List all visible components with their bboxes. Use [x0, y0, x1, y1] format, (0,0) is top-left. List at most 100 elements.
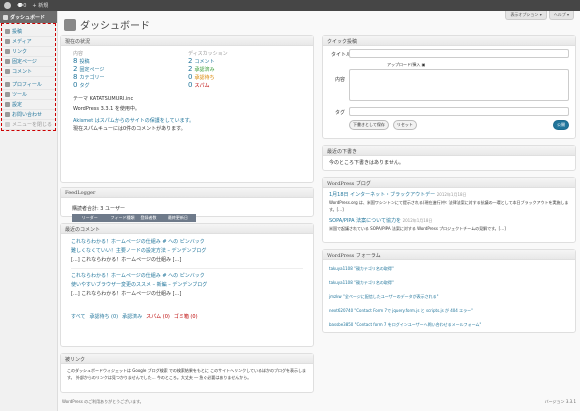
incoming-links-title: 被リンク	[61, 354, 313, 364]
forum-topic[interactable]: "親カテゴリ名の取得"	[354, 266, 394, 271]
dashboard-icon	[3, 14, 8, 20]
comment-link[interactable]: 難しくなくていい！主要ノードの設定方法 – デンデンブログ	[71, 247, 303, 256]
blog-item-text: 米国で起議されている SOPA/PIPA 法案に対する WordPress プロ…	[329, 226, 506, 231]
admin-bar: 💬0 + 新規	[0, 0, 580, 11]
recent-comments-title: 最近のコメント	[61, 224, 313, 234]
menu-contact-label: お問い合わせ	[12, 112, 43, 118]
wordpress-logo-icon[interactable]	[4, 2, 11, 9]
menu-profile[interactable]: プロフィール	[2, 80, 55, 90]
content-row-posts[interactable]: 8 投稿	[73, 57, 188, 65]
screen-meta-tabs: 表示オプション ▾ ヘルプ ▾	[505, 11, 574, 20]
quick-content-textarea[interactable]	[349, 69, 569, 101]
discussion-row-spam[interactable]: 0 スパム	[188, 81, 303, 89]
page-title: ダッシュボード	[64, 17, 150, 32]
menu-tools-label: ツール	[12, 92, 28, 98]
blog-item-text: WordPress.org は、米国ワシントンにて提示される(現在進行)中: 法…	[329, 200, 569, 212]
approved-count: 2	[188, 65, 193, 73]
comment-item: これならわかる！ホームページの仕組み # への ピンバック 使いやすいブラウザー…	[71, 269, 303, 299]
menu-contact[interactable]: お問い合わせ	[2, 110, 55, 120]
help-tab[interactable]: ヘルプ ▾	[548, 11, 574, 20]
comments-icon[interactable]: 💬0	[17, 3, 26, 9]
comment-head[interactable]: これならわかる！ホームページの仕組み # への ピンバック	[71, 238, 303, 247]
profile-icon	[5, 82, 10, 87]
posts-icon	[5, 29, 10, 34]
menu-posts[interactable]: 投稿	[2, 27, 55, 37]
save-draft-button[interactable]: 下書きとして保存	[349, 120, 389, 130]
blog-item-link[interactable]: SOPA/PIPA 法案について協力を	[329, 218, 401, 224]
collapse-menu-label: メニューを閉じる	[12, 122, 53, 128]
forum-topic[interactable]: "Contact Form 7で jquery.form.js と script…	[354, 308, 473, 313]
upload-icon[interactable]: ▣	[422, 62, 426, 67]
forum-user[interactable]: next620740	[329, 308, 353, 313]
incoming-links-empty: 外部からのリンクは見つかりませんでした… 今のところ。大丈夫 ― 急ぐ必要はあり…	[75, 375, 252, 380]
forum-item: next620740 "Contact Form 7で jquery.form.…	[329, 304, 569, 318]
page-footer: WordPress のご利用ありがとうございます。 バージョン 3.3.1	[62, 399, 576, 405]
forum-topic[interactable]: "全ページに配信したユーザーのデータが表示される"	[343, 294, 439, 299]
reset-button[interactable]: リセット	[392, 120, 417, 130]
menu-comments[interactable]: コメント	[2, 67, 55, 77]
filter-all[interactable]: すべて	[71, 313, 85, 322]
filter-trash[interactable]: ゴミ箱 (0)	[174, 313, 198, 322]
feedlogger-total: 購読者合計: 3 ユーザー	[72, 206, 125, 212]
comment-head[interactable]: これならわかる！ホームページの仕組み # への ピンバック	[71, 272, 303, 281]
quick-press-title: クイック投稿	[323, 36, 575, 46]
comments-total-label: コメント	[194, 58, 215, 65]
menu-dashboard[interactable]: ダッシュボード	[0, 11, 57, 23]
comments-total: 2	[188, 57, 193, 65]
discussion-row-comments[interactable]: 2 コメント	[188, 57, 303, 65]
forum-topic[interactable]: "Contact form 7 をログインユーザーへ問い合わせるメールフォーム"	[355, 322, 482, 327]
comment-item: これならわかる！ホームページの仕組み # への ピンバック 難しくなくていい！主…	[71, 238, 303, 269]
filter-pending[interactable]: 承認待ち (0)	[89, 313, 118, 322]
page-title-text: ダッシュボード	[80, 21, 150, 32]
recent-comments-widget: 最近のコメント これならわかる！ホームページの仕組み # への ピンバック 難し…	[60, 223, 314, 347]
publish-button[interactable]: 公開	[553, 120, 569, 130]
quick-title-input[interactable]	[349, 49, 569, 58]
blog-item-date: 2012年1月18日	[436, 192, 467, 197]
menu-links[interactable]: リンク	[2, 47, 55, 57]
collapse-menu-button[interactable]: メニューを閉じる	[2, 120, 55, 130]
content-row-pages[interactable]: 2 固定ページ	[73, 65, 188, 73]
forum-user[interactable]: bassbe3850	[329, 322, 353, 327]
forum-user[interactable]: takuya1108	[329, 266, 353, 271]
highlighted-menu-group: 投稿 メディア リンク 固定ページ コメント プロフィール ツール 設定 お問い…	[1, 23, 56, 131]
contact-icon	[5, 112, 10, 117]
forum-user[interactable]: jmzkw	[329, 294, 342, 299]
new-content-button[interactable]: + 新規	[32, 2, 48, 9]
content-row-tags[interactable]: 0 タグ	[73, 81, 188, 89]
forum-item: takuya1108 "親カテゴリ名の取得"	[329, 276, 569, 290]
blog-item: 1月18日 インターネット・ブラックアウトデー 2012年1月18日 WordP…	[329, 191, 569, 213]
tags-label: タグ	[335, 110, 346, 116]
pending-count: 0	[188, 73, 193, 81]
recent-drafts-widget: 最近の下書き 今のところ下書きはありません。	[322, 145, 576, 171]
pages-label: 固定ページ	[79, 66, 105, 73]
menu-settings[interactable]: 設定	[2, 100, 55, 110]
admin-sidebar: ダッシュボード 投稿 メディア リンク 固定ページ コメント プロフィール ツー…	[0, 11, 58, 411]
discussion-row-pending[interactable]: 0 承認待ち	[188, 73, 303, 81]
quick-tags-input[interactable]	[349, 107, 569, 116]
content-row-categories[interactable]: 8 カテゴリー	[73, 73, 188, 81]
menu-pages[interactable]: 固定ページ	[2, 57, 55, 67]
settings-icon	[5, 102, 10, 107]
dashboard-header-icon	[64, 18, 76, 31]
discussion-row-approved[interactable]: 2 承認済み	[188, 65, 303, 73]
filter-approved[interactable]: 承認済み	[122, 313, 142, 322]
comment-link[interactable]: 使いやすいブラウザー変更のススメ – 新編 – デンデンブログ	[71, 281, 303, 290]
filter-spam[interactable]: スパム (0)	[146, 313, 170, 322]
main-content: 表示オプション ▾ ヘルプ ▾ ダッシュボード 現在の状況 内容 8 投稿 2 固定…	[60, 11, 576, 411]
blog-item-link[interactable]: 1月18日 インターネット・ブラックアウトデー	[329, 192, 435, 198]
menu-posts-label: 投稿	[12, 29, 23, 35]
forum-item: bassbe3850 "Contact form 7 をログインユーザーへ問い合…	[329, 318, 569, 332]
wordpress-forum-title: WordPress フォーラム	[323, 250, 575, 260]
forum-user[interactable]: takuya1108	[329, 280, 353, 285]
upload-insert: アップロード/挿入 ▣	[387, 62, 425, 68]
quick-press-widget: クイック投稿 タイトル アップロード/挿入 ▣ 内容 タグ 下書きとして保存 リ…	[322, 35, 576, 139]
collapse-icon	[5, 122, 10, 127]
forum-topic[interactable]: "親カテゴリ名の取得"	[354, 280, 394, 285]
comment-filters: すべて 承認待ち (0) 承認済み スパム (0) ゴミ箱 (0)	[71, 313, 303, 322]
menu-media-label: メディア	[12, 39, 32, 45]
menu-media[interactable]: メディア	[2, 37, 55, 47]
col-subscribers: 登録者数	[137, 214, 160, 222]
menu-tools[interactable]: ツール	[2, 90, 55, 100]
akismet-status[interactable]: Akismet はスパムからのサイトの保護をしています。	[73, 117, 301, 125]
screen-options-tab[interactable]: 表示オプション ▾	[505, 11, 547, 20]
